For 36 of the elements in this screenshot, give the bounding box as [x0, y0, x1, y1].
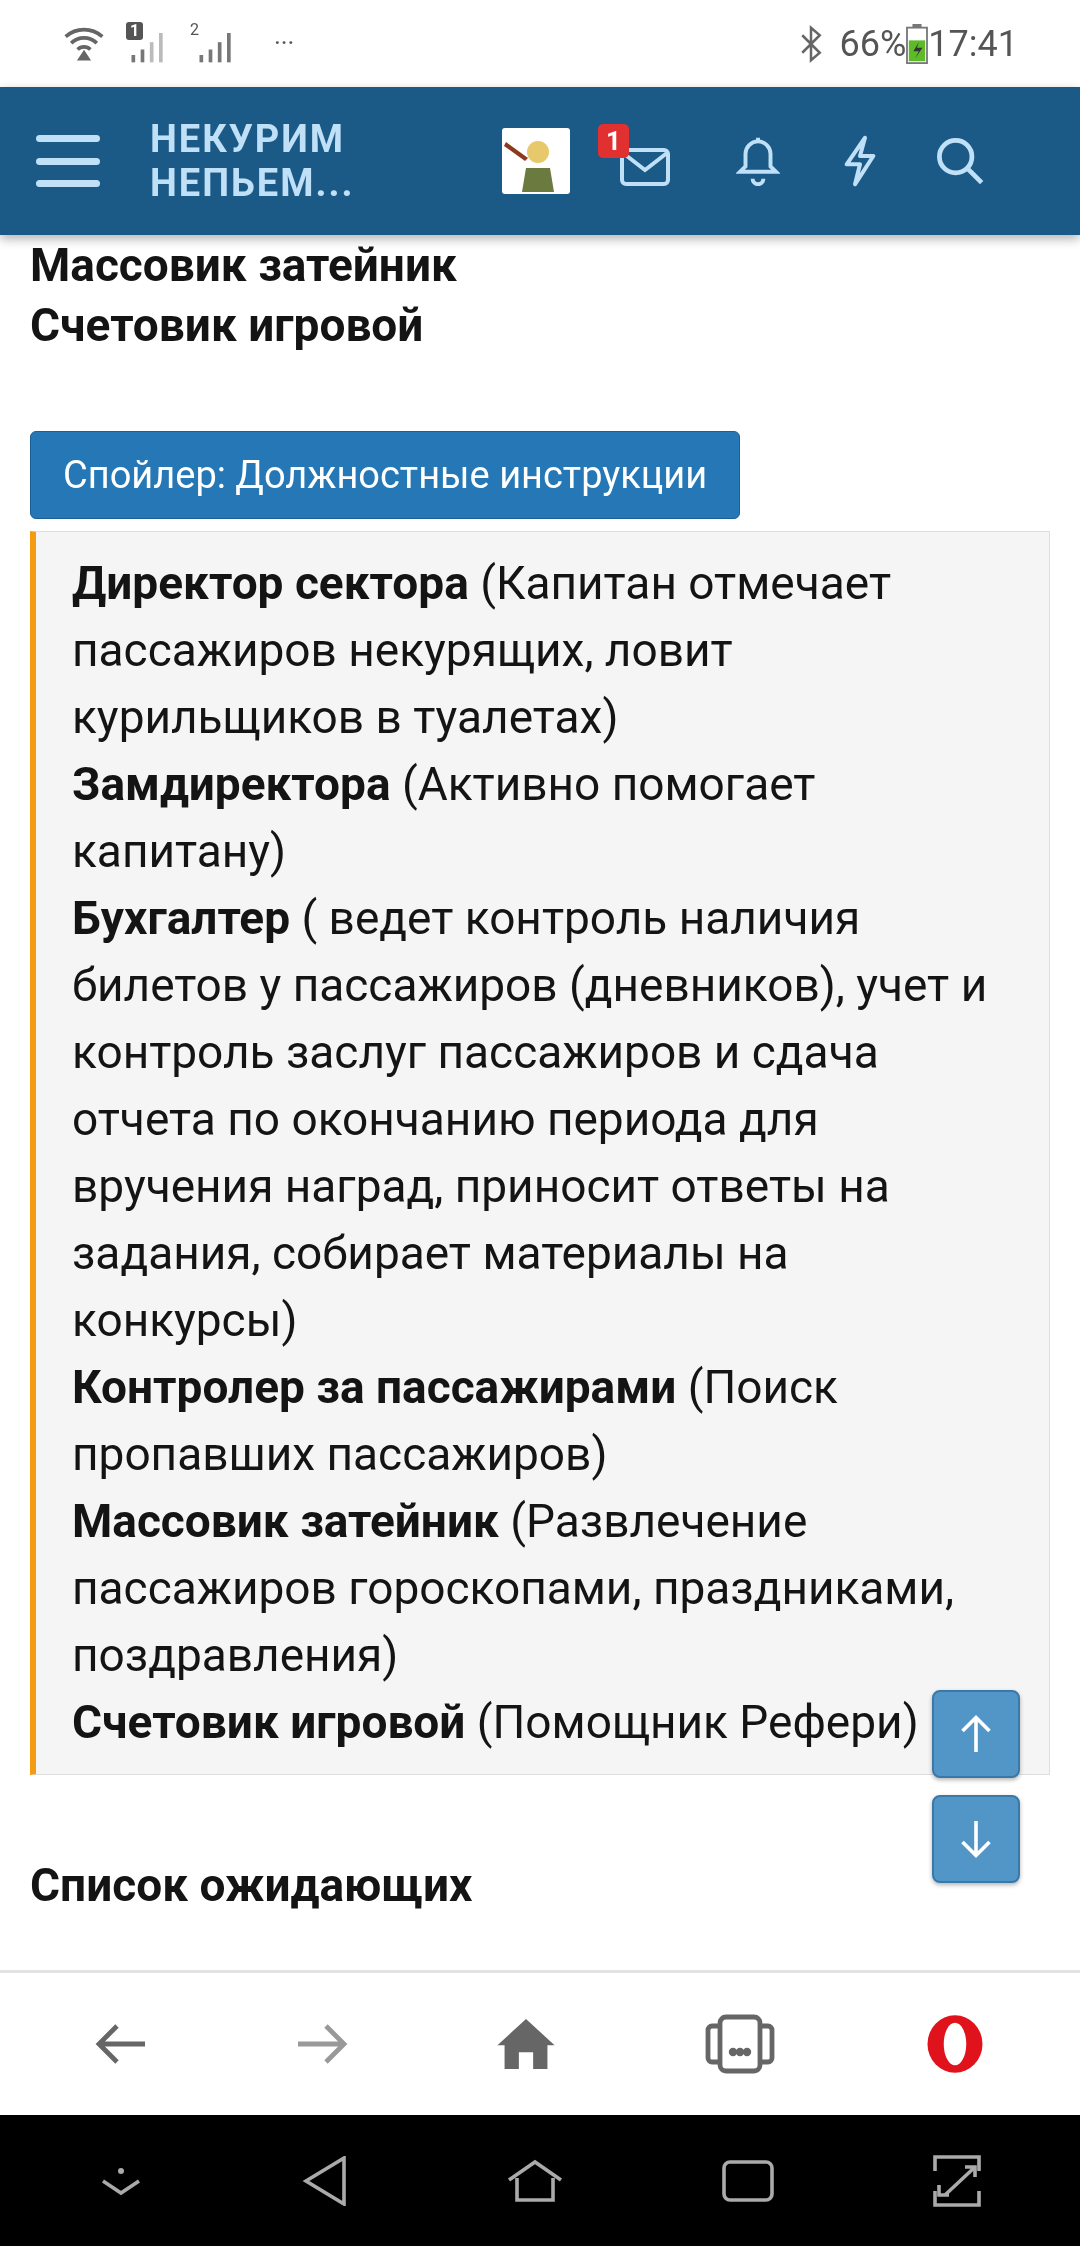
sim-badge: 1	[126, 21, 144, 40]
avatar-icon[interactable]	[502, 128, 570, 194]
section-heading: Массовик затейник	[29, 237, 458, 294]
back-icon[interactable]	[94, 2022, 147, 2066]
home-icon[interactable]	[507, 2157, 563, 2204]
duty-description: Контролер за пассажирами (Поиск пропавших пассажиров)	[72, 1359, 839, 1483]
section-heading: Счетовик игровой	[29, 297, 425, 354]
duty-description: Директор сектора (Капитан отмечает пассажиров некурящих, ловит курильщиков в туалетах)	[72, 555, 892, 746]
clock: 17:41	[928, 21, 1018, 67]
logo-text[interactable]: НЕКУРИМ	[150, 117, 450, 161]
forward-icon[interactable]	[295, 2022, 348, 2066]
home-icon[interactable]	[496, 2019, 555, 2069]
search-icon[interactable]	[934, 135, 986, 187]
duty-description: Бухгалтер ( ведет контроль наличия билетов у пассажиров (дневников), учет и контроль заслуг пассажиров и сдача отчета по окончанию периода для вручения наград, приносит ответы на задания, собирает материалы на конкурсы)	[72, 890, 989, 1349]
mail-icon[interactable]	[620, 148, 670, 186]
back-icon[interactable]	[302, 2155, 349, 2206]
arrow-down-icon	[958, 1819, 994, 1859]
scroll-up-button[interactable]	[932, 1690, 1020, 1778]
sim-number: 2	[190, 18, 199, 41]
expand-icon[interactable]	[932, 2154, 981, 2207]
duty-description: Замдиректора (Активно помогает капитану)	[72, 756, 817, 880]
scroll-down-button[interactable]	[932, 1795, 1020, 1883]
duty-description: Счетовик игровой (Помощник Рефери)	[72, 1694, 919, 1751]
section-heading: Список ожидающих	[30, 1857, 473, 1914]
bell-icon[interactable]	[736, 136, 780, 186]
recents-icon[interactable]	[721, 2159, 774, 2202]
notification-badge: 1	[598, 124, 629, 158]
battery-icon	[906, 23, 929, 64]
battery-percent: 66%	[839, 21, 907, 67]
more-indicator: ···	[274, 27, 295, 60]
arrow-up-icon	[958, 1714, 994, 1754]
duty-description: Массовик затейник (Развлечение пассажиров гороскопами, праздниками, поздравления)	[72, 1493, 956, 1684]
logo-text[interactable]: НЕПЬЕМ...	[150, 161, 450, 205]
tabs-icon[interactable]	[704, 2014, 777, 2074]
spoiler-button[interactable]: Спойлер: Должностные инструкции	[30, 431, 741, 519]
menu-icon[interactable]	[36, 133, 100, 189]
